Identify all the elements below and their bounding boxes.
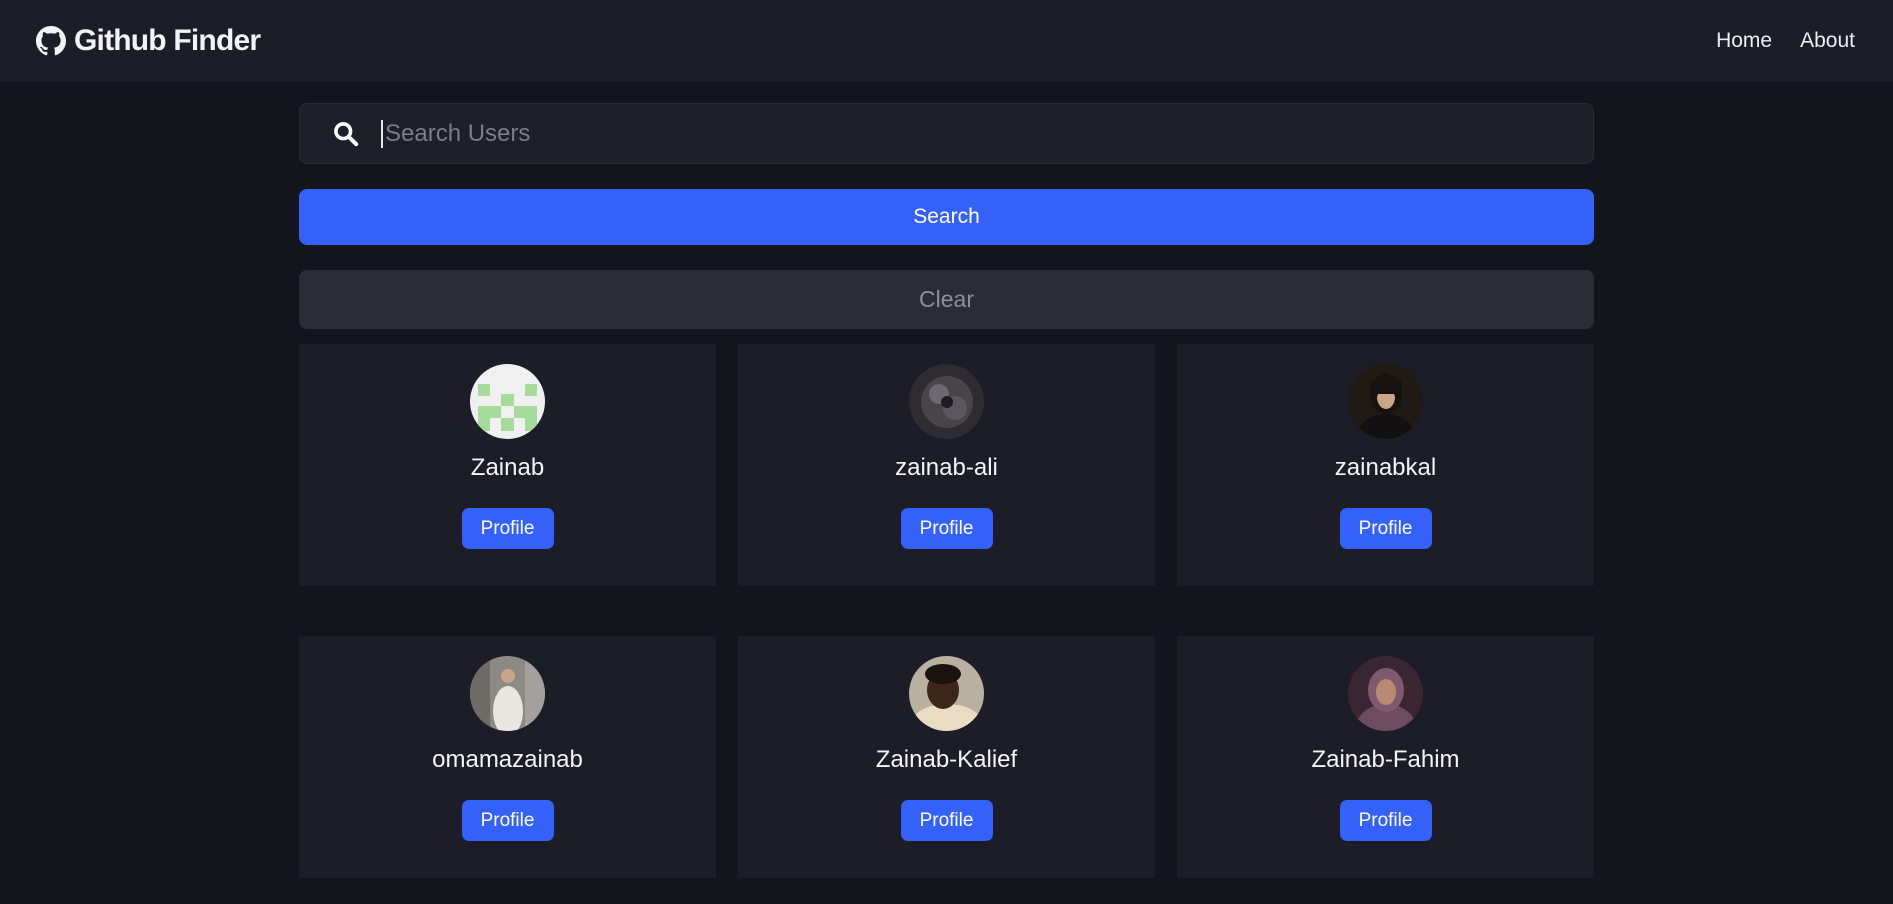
user-card: omamazainab Profile xyxy=(299,636,716,878)
search-input[interactable] xyxy=(381,119,1593,148)
user-card: Zainab-Fahim Profile xyxy=(1177,636,1594,878)
nav-link-home[interactable]: Home xyxy=(1716,29,1772,53)
username: Zainab-Kalief xyxy=(875,746,1018,773)
user-card: zainabkal Profile xyxy=(1177,344,1594,586)
avatar xyxy=(909,364,984,439)
user-card: Zainab-Kalief Profile xyxy=(738,636,1155,878)
username: Zainab xyxy=(470,454,545,481)
avatar xyxy=(1348,364,1423,439)
github-icon xyxy=(36,26,66,56)
search-box xyxy=(299,103,1594,164)
profile-button[interactable]: Profile xyxy=(461,800,554,841)
avatar xyxy=(1348,656,1423,731)
username: omamazainab xyxy=(432,746,583,773)
search-icon xyxy=(334,122,359,147)
avatar xyxy=(470,656,545,731)
nav-link-about[interactable]: About xyxy=(1800,29,1855,53)
username: zainab-ali xyxy=(895,454,998,481)
user-card: Zainab Profile xyxy=(299,344,716,586)
brand[interactable]: Github Finder xyxy=(36,24,261,58)
username: zainabkal xyxy=(1334,454,1437,481)
user-card: zainab-ali Profile xyxy=(738,344,1155,586)
search-button[interactable]: Search xyxy=(299,189,1594,245)
avatar xyxy=(909,656,984,731)
nav-links: Home About xyxy=(1716,29,1855,53)
profile-button[interactable]: Profile xyxy=(1339,800,1432,841)
profile-button[interactable]: Profile xyxy=(900,508,993,549)
brand-title: Github Finder xyxy=(74,24,261,57)
clear-button[interactable]: Clear xyxy=(299,270,1594,329)
profile-button[interactable]: Profile xyxy=(1339,508,1432,549)
user-grid: Zainab Profile zainab-ali Profile zainab… xyxy=(299,344,1594,878)
main-container: Search Clear Zainab Profile xyxy=(299,82,1594,878)
navbar: Github Finder Home About xyxy=(0,0,1893,82)
profile-button[interactable]: Profile xyxy=(461,508,554,549)
profile-button[interactable]: Profile xyxy=(900,800,993,841)
avatar xyxy=(470,364,545,439)
username: Zainab-Fahim xyxy=(1311,746,1460,773)
